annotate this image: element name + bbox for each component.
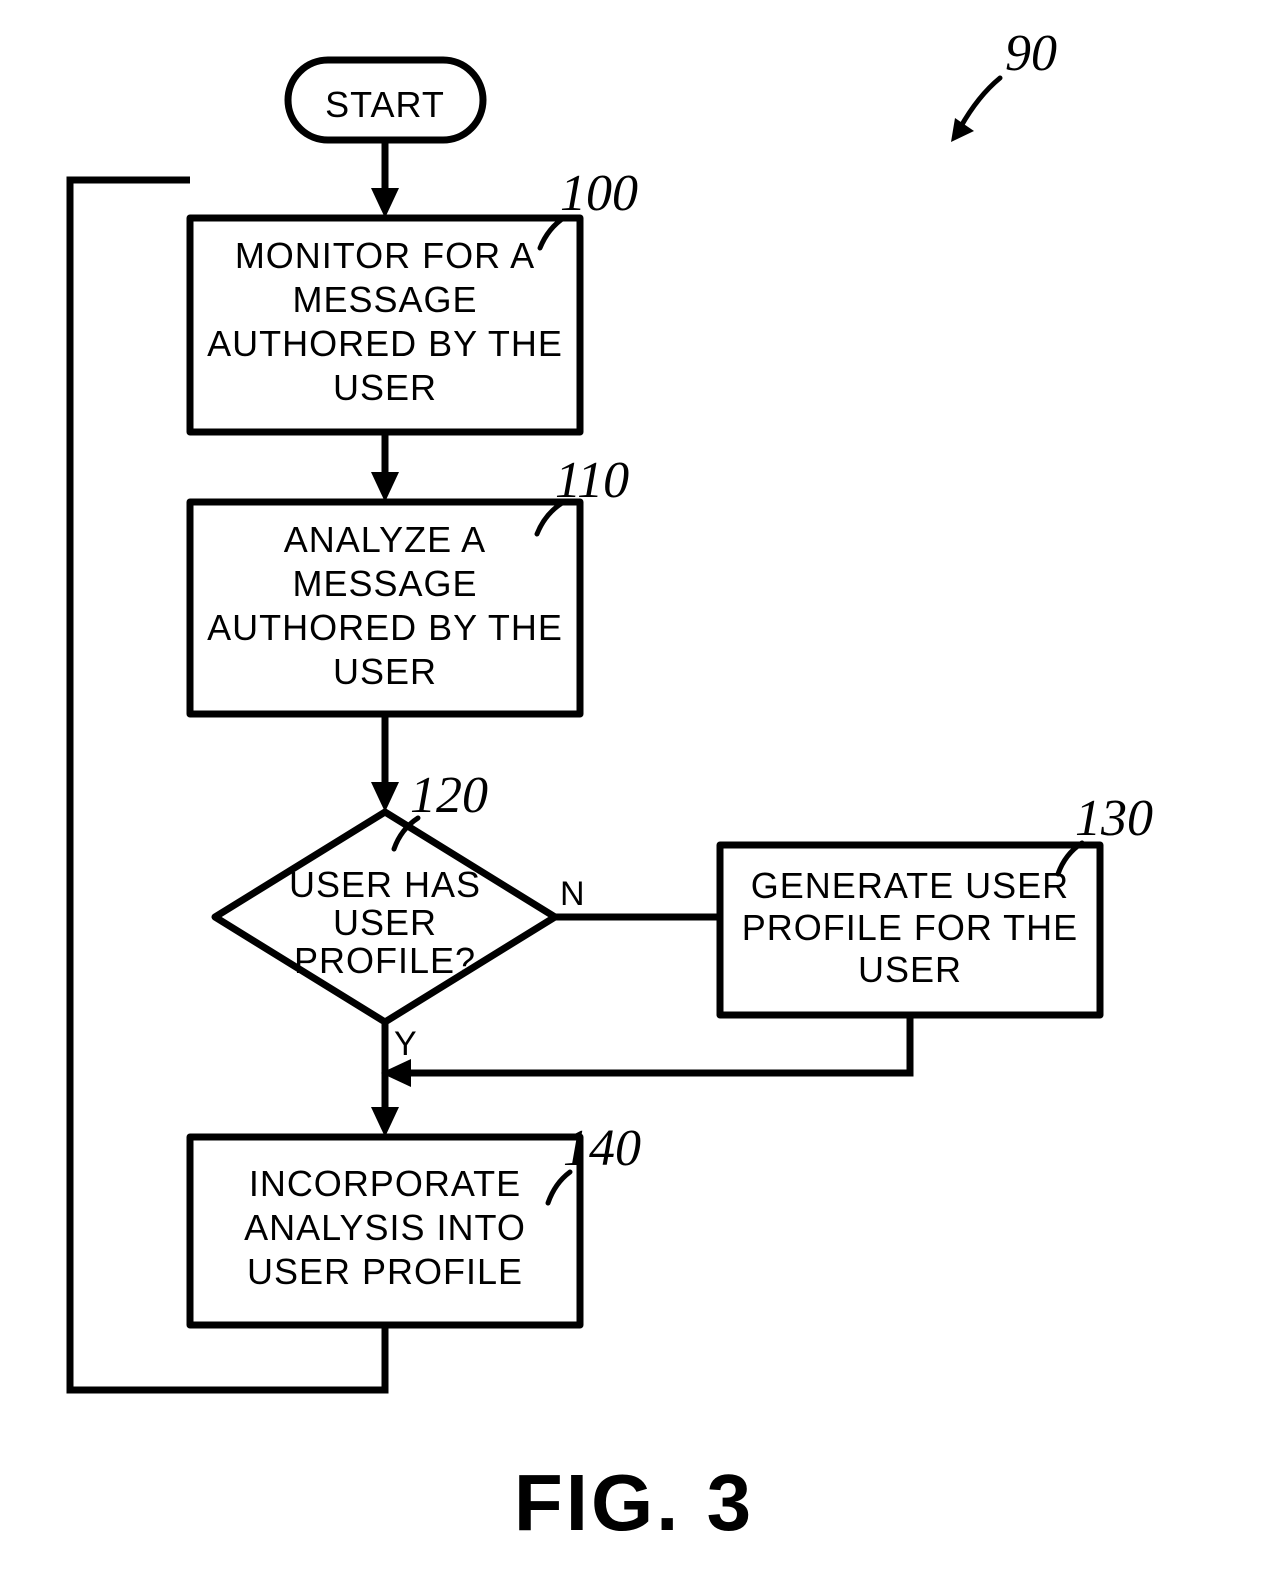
svg-text:100: 100 <box>560 165 638 222</box>
svg-text:130: 130 <box>1075 790 1153 847</box>
edge-130-to-merge <box>381 1014 910 1087</box>
svg-text:USER: USER <box>333 902 437 943</box>
svg-text:USER PROFILE: USER PROFILE <box>247 1251 523 1292</box>
svg-text:ANALYSIS INTO: ANALYSIS INTO <box>244 1207 526 1248</box>
svg-text:AUTHORED BY THE: AUTHORED BY THE <box>207 323 563 364</box>
node-110: ANALYZE A MESSAGE AUTHORED BY THE USER <box>190 502 580 714</box>
svg-text:MONITOR FOR A: MONITOR FOR A <box>235 235 535 276</box>
node-start: START <box>288 60 483 140</box>
svg-text:110: 110 <box>555 452 629 509</box>
ref-90: 90 <box>951 25 1057 142</box>
svg-text:PROFILE FOR THE: PROFILE FOR THE <box>742 907 1078 948</box>
svg-text:MESSAGE: MESSAGE <box>292 279 477 320</box>
svg-text:INCORPORATE: INCORPORATE <box>249 1163 521 1204</box>
start-label: START <box>325 84 445 125</box>
svg-text:USER HAS: USER HAS <box>289 864 481 905</box>
svg-text:ANALYZE A: ANALYZE A <box>284 519 486 560</box>
svg-text:MESSAGE: MESSAGE <box>292 563 477 604</box>
node-100: MONITOR FOR A MESSAGE AUTHORED BY THE US… <box>190 218 580 432</box>
node-120: USER HAS USER PROFILE? <box>215 812 555 1022</box>
svg-text:USER: USER <box>858 949 962 990</box>
svg-text:AUTHORED BY THE: AUTHORED BY THE <box>207 607 563 648</box>
svg-text:USER: USER <box>333 651 437 692</box>
svg-text:90: 90 <box>1005 25 1057 82</box>
flowchart-fig3: START MONITOR FOR A MESSAGE AUTHORED BY … <box>0 0 1269 1576</box>
svg-text:140: 140 <box>563 1120 641 1177</box>
node-140: INCORPORATE ANALYSIS INTO USER PROFILE <box>190 1137 580 1325</box>
svg-text:PROFILE?: PROFILE? <box>294 940 476 981</box>
edge-start-to-100 <box>371 140 399 218</box>
svg-text:GENERATE USER: GENERATE USER <box>751 865 1069 906</box>
edge-100-to-110 <box>371 432 399 502</box>
figure-title: FIG. 3 <box>514 1458 754 1547</box>
svg-text:USER: USER <box>333 367 437 408</box>
svg-text:120: 120 <box>410 767 488 824</box>
node-130: GENERATE USER PROFILE FOR THE USER <box>720 845 1100 1015</box>
decision-no: N <box>560 875 585 913</box>
decision-yes: Y <box>394 1025 417 1063</box>
edge-110-to-120 <box>371 714 399 812</box>
